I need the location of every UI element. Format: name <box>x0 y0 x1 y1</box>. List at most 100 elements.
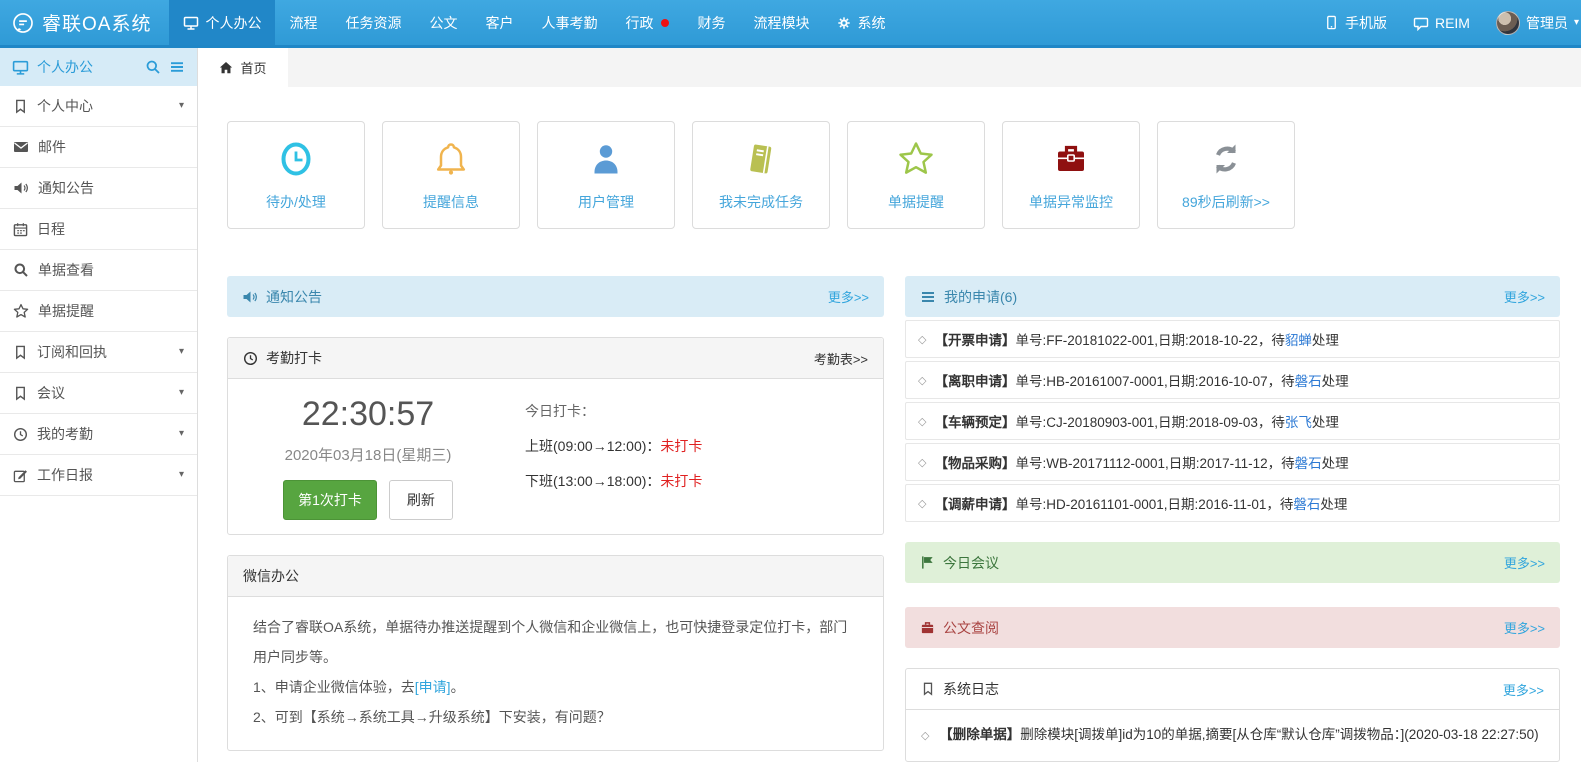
nav-customer[interactable]: 客户 <box>471 0 527 45</box>
nav-administration[interactable]: 行政 <box>611 0 683 45</box>
wechat-panel: 微信办公 结合了睿联OA系统，单据待办推送提醒到个人微信和企业微信上，也可快捷登… <box>227 555 884 751</box>
application-row[interactable]: ◇ 【开票申请】单号:FF-20181022-001,日期:2018-10-22… <box>905 320 1560 358</box>
current-date: 2020年03月18日(星期三) <box>243 444 493 465</box>
applications-panel-header: 我的申请(6) 更多>> <box>905 276 1560 317</box>
sidebar-item-bill-remind[interactable]: 单据提醒 <box>0 291 197 332</box>
document-panel-header: 公文查阅 更多>> <box>905 607 1560 648</box>
sidebar-item-work-daily[interactable]: 工作日报▾ <box>0 455 197 496</box>
card-todo[interactable]: 待办/处理 <box>227 121 365 229</box>
chevron-down-icon: ▾ <box>1574 18 1579 28</box>
sidebar-item-schedule[interactable]: 日程 <box>0 209 197 250</box>
reim-link[interactable]: REIM <box>1413 15 1470 31</box>
search-icon <box>13 262 29 278</box>
refresh-icon <box>1206 139 1246 179</box>
edit-icon <box>13 468 28 483</box>
nav-workflow-module[interactable]: 流程模块 <box>739 0 823 45</box>
current-time: 22:30:57 <box>243 395 493 433</box>
clock-icon <box>243 351 258 366</box>
notice-panel-header: 通知公告 更多>> <box>227 276 884 317</box>
attendance-panel-header: 考勤打卡 考勤表>> <box>228 338 883 379</box>
user-menu[interactable]: 管理员 ▾ <box>1496 11 1579 35</box>
card-bill-monitor[interactable]: 单据异常监控 <box>1002 121 1140 229</box>
meeting-more-link[interactable]: 更多>> <box>1504 553 1545 572</box>
shortcut-cards: 待办/处理 提醒信息 用户管理 <box>227 121 1560 229</box>
handler-link[interactable]: 磐石 <box>1295 370 1322 390</box>
chevron-down-icon: ▾ <box>179 388 184 398</box>
syslog-more-link[interactable]: 更多>> <box>1503 680 1544 699</box>
mobile-version-link[interactable]: 手机版 <box>1324 13 1387 33</box>
nav-personal-office[interactable]: 个人办公 <box>169 0 275 45</box>
sidebar-item-my-attendance[interactable]: 我的考勤▾ <box>0 414 197 455</box>
afternoon-status: 未打卡 <box>660 473 702 489</box>
star-icon <box>896 139 936 179</box>
chat-icon <box>1413 15 1429 31</box>
card-bill-remind[interactable]: 单据提醒 <box>847 121 985 229</box>
nav-official-doc[interactable]: 公文 <box>415 0 471 45</box>
applications-more-link[interactable]: 更多>> <box>1504 287 1545 306</box>
wechat-apply-line: 1、申请企业微信体验，去[申请]。 <box>253 672 858 702</box>
document-more-link[interactable]: 更多>> <box>1504 618 1545 637</box>
monitor-icon <box>12 59 29 76</box>
meeting-panel-header: 今日会议 更多>> <box>905 542 1560 583</box>
refresh-button[interactable]: 刷新 <box>389 480 453 520</box>
search-icon[interactable] <box>145 59 161 75</box>
handler-link[interactable]: 磐石 <box>1295 452 1322 472</box>
notice-panel-title: 通知公告 <box>242 287 322 307</box>
sidebar-item-meeting[interactable]: 会议▾ <box>0 373 197 414</box>
chevron-down-icon: ▾ <box>179 429 184 439</box>
wechat-panel-title: 微信办公 <box>243 566 299 586</box>
menu-icon[interactable] <box>169 59 185 75</box>
logo-comment-icon <box>12 12 34 34</box>
app-logo[interactable]: 睿联OA系统 <box>0 0 169 45</box>
tab-home[interactable]: 首页 <box>198 48 288 87</box>
sidebar-item-mail[interactable]: 邮件 <box>0 127 197 168</box>
nav-workflow[interactable]: 流程 <box>275 0 331 45</box>
sidebar-item-notice[interactable]: 通知公告 <box>0 168 197 209</box>
tab-bar: 首页 <box>198 48 1581 87</box>
morning-punch-row: 上班(09:00→12:00)：未打卡 <box>525 436 702 456</box>
nav-system[interactable]: 系统 <box>823 0 899 45</box>
notice-more-link[interactable]: 更多>> <box>828 287 869 306</box>
application-row[interactable]: ◇ 【离职申请】单号:HB-20161007-0001,日期:2016-10-0… <box>905 361 1560 399</box>
attendance-body: 22:30:57 2020年03月18日(星期三) 第1次打卡 刷新 今日打卡： <box>228 379 883 534</box>
sidebar-header: 个人办公 <box>0 48 197 86</box>
top-navbar: 睿联OA系统 个人办公 流程 任务资源 公文 客户 人事考勤 行政 财务 流程模… <box>0 0 1581 48</box>
card-refresh-countdown[interactable]: 89秒后刷新>> <box>1157 121 1295 229</box>
book-icon <box>741 139 781 179</box>
diamond-bullet-icon: ◇ <box>918 456 926 469</box>
wechat-body: 结合了睿联OA系统，单据待办推送提醒到个人微信和企业微信上，也可快捷登录定位打卡… <box>228 597 883 750</box>
nav-finance[interactable]: 财务 <box>683 0 739 45</box>
nav-task-resource[interactable]: 任务资源 <box>331 0 415 45</box>
nav-hr-attendance[interactable]: 人事考勤 <box>527 0 611 45</box>
handler-link[interactable]: 磐石 <box>1293 493 1320 513</box>
syslog-panel-header: 系统日志 更多>> <box>906 669 1559 710</box>
card-unfinished-tasks[interactable]: 我未完成任务 <box>692 121 830 229</box>
speaker-icon <box>13 180 29 196</box>
card-user-management[interactable]: 用户管理 <box>537 121 675 229</box>
diamond-bullet-icon: ◇ <box>918 415 926 428</box>
handler-link[interactable]: 貂蝉 <box>1285 329 1312 349</box>
sidebar-item-subscribe[interactable]: 订阅和回执▾ <box>0 332 197 373</box>
sidebar-item-personal-center[interactable]: 个人中心▾ <box>0 86 197 127</box>
wechat-panel-header: 微信办公 <box>228 556 883 597</box>
punch-button[interactable]: 第1次打卡 <box>283 480 377 520</box>
application-row[interactable]: ◇ 【调薪申请】单号:HD-20161101-0001,日期:2016-11-0… <box>905 484 1560 522</box>
app-title: 睿联OA系统 <box>42 9 151 36</box>
syslog-panel: 系统日志 更多>> ◇ 【删除单据】删除模块[调拨单]id为10的单据,摘要[从… <box>905 668 1560 762</box>
card-reminders[interactable]: 提醒信息 <box>382 121 520 229</box>
bookmark-icon <box>13 99 28 114</box>
application-row[interactable]: ◇ 【物品采购】单号:WB-20171112-0001,日期:2017-11-1… <box>905 443 1560 481</box>
application-row[interactable]: ◇ 【车辆预定】单号:CJ-20180903-001,日期:2018-09-03… <box>905 402 1560 440</box>
wechat-apply-link[interactable]: [申请] <box>415 679 451 695</box>
handler-link[interactable]: 张飞 <box>1285 411 1312 431</box>
bookmark-icon <box>921 682 935 696</box>
sidebar-item-bill-view[interactable]: 单据查看 <box>0 250 197 291</box>
wechat-install-line: 2、可到【系统→系统工具→升级系统】下安装，有问题？ <box>253 702 858 732</box>
attendance-sheet-link[interactable]: 考勤表>> <box>814 349 868 368</box>
morning-status: 未打卡 <box>660 438 702 454</box>
wechat-intro-text: 结合了睿联OA系统，单据待办推送提醒到个人微信和企业微信上，也可快捷登录定位打卡… <box>253 612 858 672</box>
chevron-down-icon: ▾ <box>179 347 184 357</box>
home-icon <box>219 61 233 75</box>
list-icon <box>920 289 936 305</box>
briefcase-icon <box>920 620 935 635</box>
